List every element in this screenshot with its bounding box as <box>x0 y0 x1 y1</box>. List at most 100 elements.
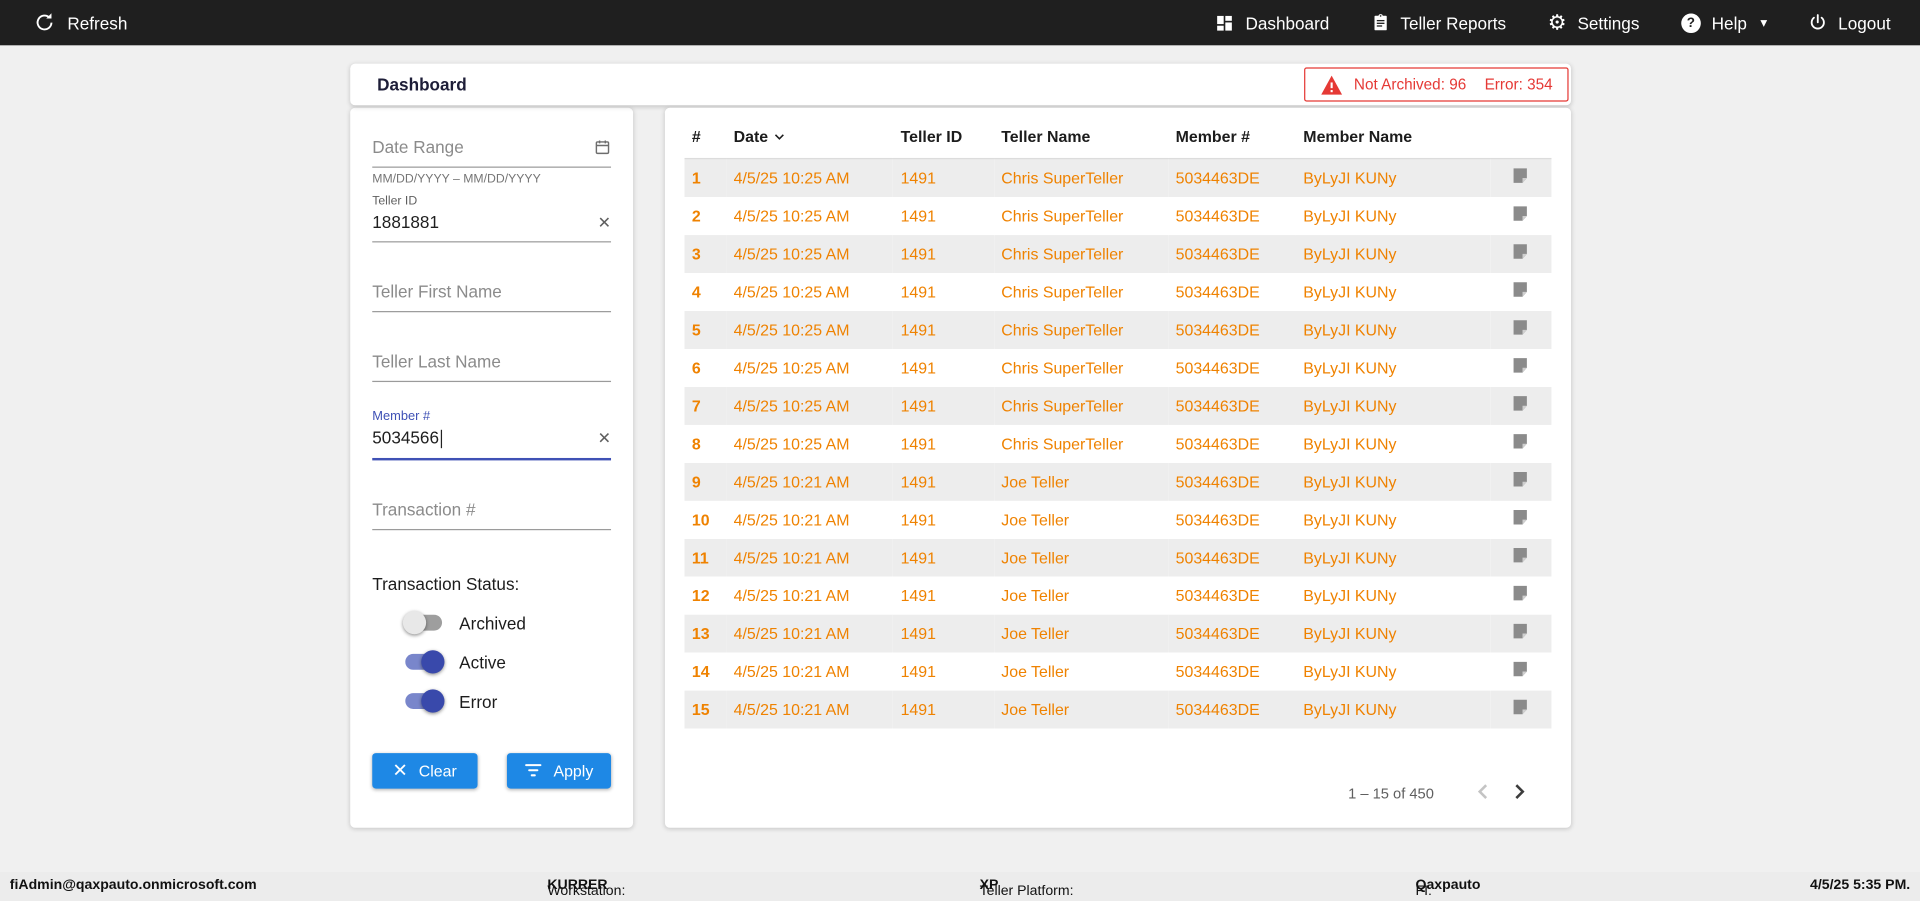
cell-date: 4/5/25 10:25 AM <box>726 234 893 272</box>
toggle-active[interactable]: Active <box>405 652 611 672</box>
note-icon <box>1512 204 1530 222</box>
table-row[interactable]: 34/5/25 10:25 AM1491Chris SuperTeller503… <box>684 234 1551 272</box>
col-number[interactable]: # <box>684 115 726 158</box>
col-member-name[interactable]: Member Name <box>1296 115 1490 158</box>
active-switch[interactable] <box>405 654 442 670</box>
note-icon-cell[interactable] <box>1490 538 1551 576</box>
member-number-value[interactable]: 5034566 <box>372 427 442 448</box>
table-row[interactable]: 114/5/25 10:21 AM1491Joe Teller5034463DE… <box>684 538 1551 576</box>
next-page-button[interactable] <box>1501 779 1537 808</box>
date-range-helper: MM/DD/YYYY – MM/DD/YYYY <box>372 173 611 186</box>
cell-teller-name: Chris SuperTeller <box>994 272 1168 310</box>
cell-teller-id: 1491 <box>893 159 994 197</box>
error-label: Error <box>459 692 497 712</box>
clear-button[interactable]: ✕ Clear <box>372 753 477 789</box>
col-teller-name[interactable]: Teller Name <box>994 115 1168 158</box>
transaction-number-placeholder: Transaction # <box>372 499 475 519</box>
table-row[interactable]: 74/5/25 10:25 AM1491Chris SuperTeller503… <box>684 386 1551 424</box>
note-icon-cell[interactable] <box>1490 652 1551 690</box>
note-icon <box>1512 432 1530 450</box>
table-row[interactable]: 84/5/25 10:25 AM1491Chris SuperTeller503… <box>684 424 1551 462</box>
nav-teller-reports[interactable]: Teller Reports <box>1371 12 1506 33</box>
nav-help[interactable]: ? Help ▾ <box>1681 13 1767 33</box>
clear-member-icon[interactable]: ✕ <box>598 430 611 446</box>
note-icon-cell[interactable] <box>1490 159 1551 197</box>
date-range-placeholder: Date Range <box>372 137 463 157</box>
note-icon-cell[interactable] <box>1490 462 1551 500</box>
fi-info: FI: Qaxpauto <box>1416 878 1481 893</box>
member-number-label: Member # <box>372 409 611 424</box>
table-row[interactable]: 154/5/25 10:21 AM1491Joe Teller5034463DE… <box>684 690 1551 728</box>
toggle-error[interactable]: Error <box>405 692 611 712</box>
note-icon-cell[interactable] <box>1490 576 1551 614</box>
teller-last-name-field[interactable]: Teller Last Name <box>372 351 611 382</box>
teller-first-name-field[interactable]: Teller First Name <box>372 282 611 313</box>
table-row[interactable]: 144/5/25 10:21 AM1491Joe Teller5034463DE… <box>684 652 1551 690</box>
note-icon-cell[interactable] <box>1490 614 1551 652</box>
table-row[interactable]: 24/5/25 10:25 AM1491Chris SuperTeller503… <box>684 197 1551 235</box>
error-switch[interactable] <box>405 693 442 709</box>
gear-icon: ⚙ <box>1548 12 1567 33</box>
teller-id-field[interactable]: Teller ID 1881881 ✕ <box>372 195 611 243</box>
table-row[interactable]: 104/5/25 10:21 AM1491Joe Teller5034463DE… <box>684 500 1551 538</box>
cell-member-name: ByLyJI KUNy <box>1296 500 1490 538</box>
apply-button[interactable]: Apply <box>506 753 611 789</box>
table-row[interactable]: 54/5/25 10:25 AM1491Chris SuperTeller503… <box>684 310 1551 348</box>
refresh-button[interactable]: Refresh <box>34 12 127 33</box>
note-icon-cell[interactable] <box>1490 272 1551 310</box>
refresh-icon <box>34 12 55 33</box>
archived-switch[interactable] <box>405 615 442 631</box>
active-label: Active <box>459 652 506 672</box>
cell-teller-name: Joe Teller <box>994 500 1168 538</box>
nav-logout[interactable]: Logout <box>1809 13 1891 33</box>
member-number-field[interactable]: Member # 5034566 ✕ <box>372 409 611 460</box>
transaction-number-field[interactable]: Transaction # <box>372 499 611 530</box>
toggle-archived[interactable]: Archived <box>405 613 611 633</box>
clear-teller-id-icon[interactable]: ✕ <box>598 214 611 230</box>
row-num: 9 <box>684 462 726 500</box>
table-row[interactable]: 64/5/25 10:25 AM1491Chris SuperTeller503… <box>684 348 1551 386</box>
nav-settings[interactable]: ⚙ Settings <box>1548 12 1640 33</box>
row-num: 5 <box>684 310 726 348</box>
note-icon-cell[interactable] <box>1490 386 1551 424</box>
note-icon-cell[interactable] <box>1490 310 1551 348</box>
cell-date: 4/5/25 10:21 AM <box>726 652 893 690</box>
app-window: Refresh Dashboard Teller Reports ⚙ Setti… <box>0 0 1920 901</box>
clipboard-icon <box>1371 12 1389 33</box>
note-icon-cell[interactable] <box>1490 234 1551 272</box>
cell-member-name: ByLyJI KUNy <box>1296 197 1490 235</box>
table-row[interactable]: 44/5/25 10:25 AM1491Chris SuperTeller503… <box>684 272 1551 310</box>
note-icon-cell[interactable] <box>1490 500 1551 538</box>
nav-help-label: Help <box>1712 13 1747 33</box>
cell-teller-name: Chris SuperTeller <box>994 424 1168 462</box>
table-row[interactable]: 14/5/25 10:25 AM1491Chris SuperTeller503… <box>684 159 1551 197</box>
nav-dashboard[interactable]: Dashboard <box>1215 13 1329 33</box>
note-icon-cell[interactable] <box>1490 197 1551 235</box>
previous-page-button[interactable] <box>1466 779 1502 808</box>
col-teller-id[interactable]: Teller ID <box>893 115 994 158</box>
table-row[interactable]: 124/5/25 10:21 AM1491Joe Teller5034463DE… <box>684 576 1551 614</box>
calendar-icon[interactable] <box>594 138 611 155</box>
note-icon <box>1512 584 1530 602</box>
note-icon-cell[interactable] <box>1490 690 1551 728</box>
note-icon-cell[interactable] <box>1490 348 1551 386</box>
col-date[interactable]: Date <box>726 115 893 158</box>
teller-id-value[interactable]: 1881881 <box>372 212 439 232</box>
cell-teller-name: Joe Teller <box>994 614 1168 652</box>
cell-teller-id: 1491 <box>893 348 994 386</box>
note-icon-cell[interactable] <box>1490 424 1551 462</box>
table-row[interactable]: 94/5/25 10:21 AM1491Joe Teller5034463DEB… <box>684 462 1551 500</box>
teller-first-name-placeholder: Teller First Name <box>372 282 502 302</box>
cell-member-number: 5034463DE <box>1168 652 1296 690</box>
row-num: 10 <box>684 500 726 538</box>
nav-teller-reports-label: Teller Reports <box>1400 13 1506 33</box>
cell-teller-id: 1491 <box>893 310 994 348</box>
filter-panel: Date Range MM/DD/YYYY – MM/DD/YYYY Telle… <box>350 108 633 828</box>
date-range-field[interactable]: Date Range MM/DD/YYYY – MM/DD/YYYY <box>372 137 611 186</box>
col-member-number[interactable]: Member # <box>1168 115 1296 158</box>
row-num: 8 <box>684 424 726 462</box>
row-num: 1 <box>684 159 726 197</box>
table-row[interactable]: 134/5/25 10:21 AM1491Joe Teller5034463DE… <box>684 614 1551 652</box>
cell-member-number: 5034463DE <box>1168 159 1296 197</box>
cell-teller-id: 1491 <box>893 424 994 462</box>
